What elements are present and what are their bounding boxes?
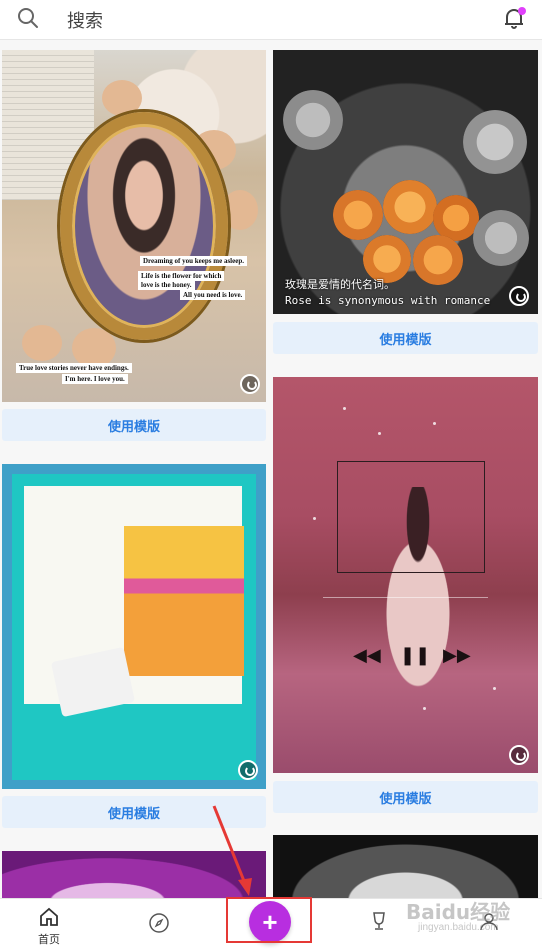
caption: True love stories never have endings.	[16, 363, 132, 373]
template-card-partial[interactable]	[273, 835, 538, 901]
photo-frame-outline	[337, 461, 485, 573]
replay-icon[interactable]	[238, 760, 258, 780]
teal-background	[12, 474, 256, 780]
template-card-collage[interactable]: Dreaming of you keeps me asleep. Life is…	[2, 50, 266, 402]
replay-icon[interactable]	[240, 374, 260, 394]
card-text-chinese: 玫瑰是爱情的代名词。	[285, 278, 395, 291]
pause-icon[interactable]: ❚❚	[400, 645, 430, 666]
notification-dot	[518, 7, 526, 15]
rewind-icon[interactable]: ◀◀	[353, 645, 381, 666]
sparkle	[433, 422, 436, 425]
fast-forward-icon[interactable]: ▶▶	[443, 645, 471, 666]
sparkle	[343, 407, 346, 410]
header: 搜索	[0, 0, 542, 40]
replay-icon[interactable]	[509, 745, 529, 765]
use-template-button[interactable]: 使用模版	[273, 322, 538, 354]
annotation-highlight-box	[226, 897, 312, 943]
caption: I'm here. I love you.	[62, 374, 128, 384]
compass-icon[interactable]	[148, 912, 170, 934]
rose	[283, 90, 343, 150]
use-template-button[interactable]: 使用模版	[2, 409, 266, 441]
replay-icon[interactable]	[509, 286, 529, 306]
card-text-english: Rose is synonymous with romance	[285, 294, 491, 307]
template-card-partial[interactable]	[2, 851, 266, 901]
search-input[interactable]: 搜索	[67, 7, 103, 33]
template-card-music[interactable]: ◀◀ ❚❚ ▶▶	[273, 377, 538, 773]
watermark-url: jingyan.baidu.com	[418, 922, 499, 933]
sparkle	[378, 432, 381, 435]
caption: All you need is love.	[180, 290, 246, 300]
nav-home-label[interactable]: 首页	[38, 931, 60, 947]
template-card-roses[interactable]: 玫瑰是爱情的代名词。 Rose is synonymous with roman…	[273, 50, 538, 314]
app: 搜索 Dreaming of you keeps me asleep. Life…	[0, 0, 542, 949]
watermark: Baidu经验	[406, 900, 511, 924]
search-icon[interactable]	[16, 6, 40, 30]
cherub-figure	[22, 325, 62, 361]
use-template-button[interactable]: 使用模版	[2, 796, 266, 828]
sparkle	[313, 517, 316, 520]
sparkle	[493, 687, 496, 690]
cherub-figure	[72, 328, 116, 368]
cherub-figure	[102, 80, 142, 116]
rose	[473, 210, 529, 266]
caption: Dreaming of you keeps me asleep.	[140, 256, 247, 266]
home-icon[interactable]	[38, 906, 60, 928]
use-template-button[interactable]: 使用模版	[273, 781, 538, 813]
gold-oval-frame	[60, 112, 228, 340]
rose	[413, 235, 463, 285]
progress-line	[323, 597, 488, 598]
trophy-icon[interactable]	[368, 910, 390, 932]
template-card-drawing[interactable]	[2, 464, 266, 789]
rose	[383, 180, 437, 234]
rose	[333, 190, 383, 240]
rose	[463, 110, 527, 174]
house-drawing	[124, 526, 244, 676]
caption: love is the honey.	[138, 280, 195, 290]
